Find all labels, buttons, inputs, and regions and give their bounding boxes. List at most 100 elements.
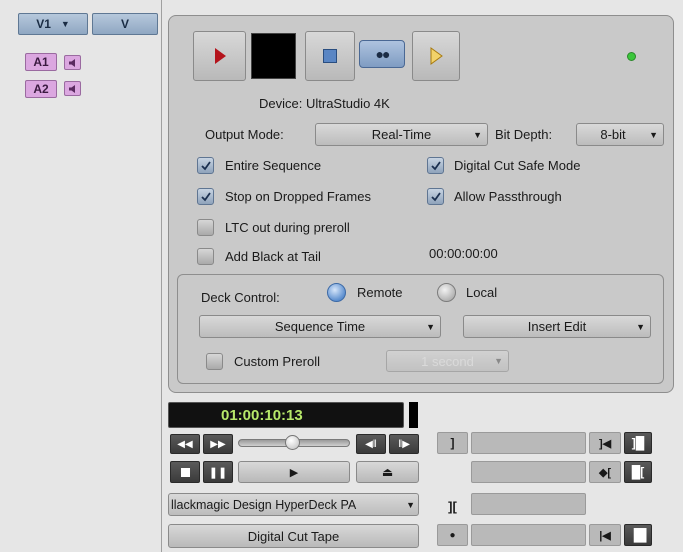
stop-icon (180, 467, 190, 477)
fast-forward-icon: ▶▶ (210, 438, 226, 450)
mark-clip-field[interactable] (471, 524, 586, 546)
clear-both-button[interactable]: ▐█ (624, 524, 652, 546)
duration-field[interactable] (471, 493, 586, 515)
clear-out-icon: █[ (631, 465, 645, 479)
go-to-in-icon: ]◀ (598, 437, 612, 450)
mark-clip-button[interactable]: ● (437, 524, 468, 546)
stop-on-dropped-frames-checkbox[interactable] (197, 188, 214, 205)
checkmark-icon (430, 160, 441, 170)
step-forward-icon: ‖▶ (398, 438, 410, 450)
play-icon: ▶ (289, 466, 299, 479)
ltc-out-during-preroll-checkbox[interactable] (197, 219, 214, 236)
deck-select-value: llackmagic Design HyperDeck PA (171, 497, 357, 512)
black-duration-field[interactable]: 00:00:00:00 (429, 246, 498, 261)
ltc-out-during-preroll-label: LTC out during preroll (225, 220, 350, 235)
track-a1-label: A1 (33, 55, 49, 69)
play-outline-icon (430, 47, 443, 65)
chevron-down-icon: ▼ (636, 321, 645, 332)
add-black-at-tail-label: Add Black at Tail (225, 249, 321, 264)
entire-sequence-checkbox[interactable] (197, 157, 214, 174)
step-back-button[interactable]: ◀‖ (356, 434, 386, 454)
eject-button[interactable]: ⏏ (356, 461, 419, 483)
edit-mode-select[interactable]: Insert Edit ▼ (463, 315, 651, 338)
output-mode-label: Output Mode: (205, 127, 284, 142)
chevron-down-icon: ▼ (649, 129, 658, 140)
preview-button[interactable] (412, 31, 460, 81)
shuttle-slider-thumb[interactable] (285, 435, 300, 450)
device-name: UltraStudio 4K (305, 96, 390, 111)
timecode-display: 01:00:10:13 (168, 402, 404, 428)
chevron-down-icon: ▼ (473, 129, 482, 140)
custom-preroll-label: Custom Preroll (234, 354, 320, 369)
speaker-icon[interactable] (64, 55, 81, 70)
chevron-down-icon: ▼ (494, 356, 503, 366)
go-to-in-button[interactable]: ]◀ (589, 432, 621, 454)
track-v-record[interactable]: V (92, 13, 158, 35)
preview-monitor (251, 33, 296, 79)
track-v1-selector[interactable]: V1 ▼ (18, 13, 88, 35)
local-label: Local (466, 285, 498, 300)
preroll-value: 1 second (421, 353, 474, 369)
loop-button[interactable]: ●● (359, 40, 405, 68)
allow-passthrough-label: Allow Passthrough (454, 189, 562, 204)
track-a1[interactable]: A1 (25, 53, 57, 71)
rewind-icon: ◀◀ (177, 438, 193, 450)
step-back-icon: ◀‖ (365, 438, 377, 450)
remote-label: Remote (357, 285, 403, 300)
remote-radio[interactable] (327, 283, 346, 302)
clear-in-icon: ]█ (631, 436, 645, 450)
speaker-icon[interactable] (64, 81, 81, 96)
track-a2-label: A2 (33, 82, 49, 96)
output-mode-select[interactable]: Real-Time ▼ (315, 123, 488, 146)
stop-button[interactable] (305, 31, 355, 81)
preroll-select[interactable]: 1 second ▼ (386, 350, 509, 372)
digital-cut-tape-label: Digital Cut Tape (247, 528, 340, 544)
digital-cut-safe-mode-label: Digital Cut Safe Mode (454, 158, 581, 173)
stop-icon (323, 49, 337, 63)
time-source-select[interactable]: Sequence Time ▼ (199, 315, 441, 338)
mark-in-field[interactable] (471, 432, 586, 454)
mark-out-field[interactable] (471, 461, 586, 483)
play-button[interactable]: ▶ (238, 461, 350, 483)
checkmark-icon (200, 191, 211, 201)
clear-out-button[interactable]: █[ (624, 461, 652, 483)
bit-depth-select[interactable]: 8-bit ▼ (576, 123, 664, 146)
panel-divider (161, 0, 162, 552)
level-indicator (409, 402, 418, 428)
go-to-start-icon: |◀ (599, 529, 611, 542)
step-forward-button[interactable]: ‖▶ (389, 434, 419, 454)
digital-cut-tape-button[interactable]: Digital Cut Tape (168, 524, 419, 548)
chevron-down-icon: ▼ (60, 19, 70, 29)
status-led (627, 52, 636, 61)
bit-depth-value: 8-bit (600, 127, 626, 142)
eject-icon: ⏏ (381, 465, 394, 479)
clear-both-icon: ▐█ (629, 528, 647, 542)
fast-forward-button[interactable]: ▶▶ (203, 434, 233, 454)
local-radio[interactable] (437, 283, 456, 302)
add-black-at-tail-checkbox[interactable] (197, 248, 214, 265)
chevron-down-icon: ▼ (406, 499, 415, 510)
pause-icon: ❚❚ (208, 466, 228, 479)
deck-select[interactable]: llackmagic Design HyperDeck PA ▼ (168, 493, 419, 516)
rewind-button[interactable]: ◀◀ (170, 434, 200, 454)
track-a2[interactable]: A2 (25, 80, 57, 98)
device-row: Device: UltraStudio 4K (259, 96, 390, 111)
go-to-start-button[interactable]: |◀ (589, 524, 621, 546)
edit-mode-value: Insert Edit (527, 319, 587, 334)
stop-transport-button[interactable] (170, 461, 200, 483)
deck-control-label: Deck Control: (201, 290, 280, 305)
allow-passthrough-checkbox[interactable] (427, 188, 444, 205)
clear-in-button[interactable]: ]█ (624, 432, 652, 454)
device-label: Device: (259, 96, 303, 111)
digital-cut-safe-mode-checkbox[interactable] (427, 157, 444, 174)
go-to-out-icon: ◆[ (598, 466, 612, 479)
record-button[interactable] (193, 31, 246, 81)
chevron-down-icon: ▼ (426, 321, 435, 332)
pause-button[interactable]: ❚❚ (203, 461, 233, 483)
track-v-label: V (120, 17, 129, 31)
track-v1-label: V1 (36, 17, 51, 31)
timecode-value: 01:00:10:13 (221, 406, 303, 424)
custom-preroll-checkbox[interactable] (206, 353, 223, 370)
mark-in-button[interactable]: ] (437, 432, 468, 454)
go-to-out-button[interactable]: ◆[ (589, 461, 621, 483)
